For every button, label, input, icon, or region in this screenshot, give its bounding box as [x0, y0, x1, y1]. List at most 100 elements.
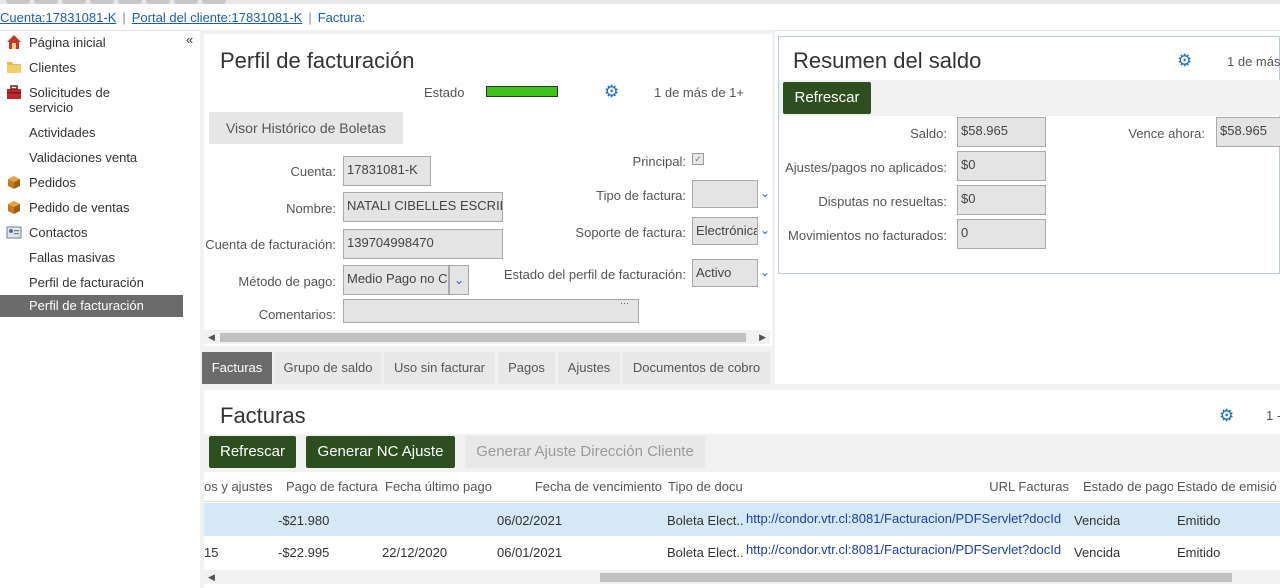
tab-pagos[interactable]: Pagos: [498, 352, 555, 384]
toolbar-button[interactable]: [146, 0, 170, 4]
toolbar-button[interactable]: [202, 0, 226, 4]
sidebar-item-solicitudes[interactable]: Solicitudes de servicio: [0, 82, 183, 116]
sidebar-item-pagina-inicial[interactable]: Página inicial: [0, 32, 183, 54]
top-toolbar: [0, 0, 1280, 4]
sidebar-item-label: Actividades: [29, 125, 96, 140]
order-icon: [8, 201, 20, 214]
page-title: Perfil de facturación: [220, 48, 415, 73]
tipo-factura-select[interactable]: [692, 180, 758, 208]
cell-estado-pago: Vencida: [1074, 513, 1121, 528]
cuenta-field[interactable]: 17831081-K: [343, 156, 431, 186]
sidebar-item-pedidos[interactable]: Pedidos: [0, 172, 183, 194]
gear-icon[interactable]: ⚙: [604, 83, 620, 100]
cuenta-facturacion-field[interactable]: 139704998470: [343, 229, 503, 259]
sidebar-item-label: Validaciones venta: [29, 150, 138, 165]
sidebar-item-clientes[interactable]: Clientes: [0, 57, 183, 79]
sidebar-item-fallas[interactable]: Fallas masivas: [0, 247, 183, 269]
toolbar-button[interactable]: [90, 0, 114, 4]
tab-ajustes[interactable]: Ajustes: [558, 352, 620, 384]
sidebar-item-contactos[interactable]: Contactos: [0, 222, 183, 244]
scrollbar-thumb[interactable]: [600, 573, 1232, 582]
principal-checkbox[interactable]: ✓: [692, 153, 704, 165]
comentarios-textarea[interactable]: [343, 299, 639, 323]
column-header[interactable]: Estado de pago: [1083, 474, 1173, 502]
contact-card-icon: [6, 226, 22, 239]
tab-facturas[interactable]: Facturas: [202, 352, 272, 384]
chevron-down-icon[interactable]: ⌄: [449, 265, 469, 295]
column-header[interactable]: Fecha último pago: [385, 474, 493, 502]
estado-indicator: [486, 86, 558, 97]
sidebar-item-perfil-facturacion[interactable]: Perfil de facturación: [0, 272, 183, 294]
scrollbar-thumb[interactable]: [220, 333, 746, 342]
invoices-refresh-button[interactable]: Refrescar: [209, 436, 296, 468]
soporte-factura-select[interactable]: Electrónica: [692, 217, 758, 245]
generate-nc-button[interactable]: Generar NC Ajuste: [306, 436, 455, 468]
estado-perfil-select[interactable]: Activo: [692, 259, 758, 287]
toolbar-button[interactable]: [62, 0, 86, 4]
invoice-url-link[interactable]: http://condor.vtr.cl:8081/Facturacion/PD…: [746, 511, 1072, 527]
estado-perfil-label: Estado del perfil de facturación:: [503, 267, 686, 282]
column-header[interactable]: Fecha de vencimiento: [498, 474, 662, 502]
home-icon: [7, 35, 21, 49]
toolbar-button[interactable]: [34, 0, 58, 4]
invoice-url-link[interactable]: http://condor.vtr.cl:8081/Facturacion/PD…: [746, 542, 1072, 558]
metodo-pago-select[interactable]: Medio Pago no C: [343, 265, 449, 295]
cell-tipo: Boleta Elect...: [667, 545, 743, 560]
breadcrumb-account-link[interactable]: Cuenta:17831081-K: [0, 10, 116, 25]
vence-field[interactable]: $58.965: [1216, 117, 1280, 147]
scroll-right-icon[interactable]: ▶: [759, 330, 766, 344]
cell-vencimiento: 06/02/2021: [497, 513, 563, 528]
movimientos-label: Movimientos no facturados:: [788, 228, 947, 243]
ajustes-label: Ajustes/pagos no aplicados:: [785, 160, 947, 175]
gear-icon[interactable]: ⚙: [1177, 52, 1193, 69]
sidebar-item-actividades[interactable]: Actividades: [0, 122, 183, 144]
breadcrumb-portal-link[interactable]: Portal del cliente:17831081-K: [132, 10, 303, 25]
sidebar-item-validaciones[interactable]: Validaciones venta: [0, 147, 183, 169]
expand-icon[interactable]: ⋯: [620, 298, 629, 309]
saldo-field[interactable]: $58.965: [957, 117, 1046, 147]
chevron-down-icon[interactable]: ⌄: [760, 186, 770, 200]
breadcrumb-separator: |: [308, 10, 312, 25]
movimientos-field[interactable]: 0: [957, 219, 1046, 249]
column-header[interactable]: Pago de factura: [286, 474, 378, 502]
comentarios-label: Comentarios:: [258, 307, 336, 322]
breadcrumb-separator: |: [122, 10, 126, 25]
scroll-left-icon[interactable]: ◀: [208, 570, 215, 584]
horizontal-scrollbar[interactable]: ◀ ▶: [204, 330, 770, 344]
toolbar-button[interactable]: [6, 0, 30, 4]
sidebar-item-label: Perfil de facturación: [29, 298, 144, 313]
column-header[interactable]: os y ajustes: [204, 474, 272, 502]
balance-title: Resumen del saldo: [793, 48, 982, 73]
estado-indicator-fill: [487, 87, 557, 96]
breadcrumb: Cuenta:17831081-K | Portal del cliente:178…: [0, 10, 365, 26]
ajustes-field[interactable]: $0: [957, 151, 1046, 181]
column-header[interactable]: Estado de emisió: [1177, 474, 1280, 502]
tab-documentos-cobro[interactable]: Documentos de cobro: [623, 352, 770, 384]
column-header[interactable]: Tipo de docu: [668, 474, 742, 502]
vence-label: Vence ahora:: [1128, 126, 1205, 141]
tipo-factura-label: Tipo de factura:: [596, 188, 686, 203]
history-viewer-button[interactable]: Visor Histórico de Boletas: [209, 112, 403, 144]
nombre-field[interactable]: NATALI CIBELLES ESCRIBA: [343, 192, 503, 222]
cell-pago: -$22.995: [278, 545, 330, 560]
chevron-down-icon[interactable]: ⌄: [760, 223, 770, 237]
sidebar-item-perfil-facturacion-active[interactable]: Perfil de facturación: [0, 295, 183, 317]
scroll-left-icon[interactable]: ◀: [208, 330, 215, 344]
chevron-down-icon[interactable]: ⌄: [760, 265, 770, 279]
sidebar-item-label: Perfil de facturación: [29, 275, 144, 290]
sidebar-item-label: Fallas masivas: [29, 250, 115, 265]
gear-icon[interactable]: ⚙: [1219, 407, 1235, 424]
toolbar-button[interactable]: [174, 0, 198, 4]
sidebar-item-label: Contactos: [29, 225, 88, 240]
sidebar-item-label: Solicitudes de servicio: [29, 85, 110, 115]
sidebar-item-pedido-ventas[interactable]: Pedido de ventas: [0, 197, 183, 219]
tab-uso-sin-facturar[interactable]: Uso sin facturar: [384, 352, 495, 384]
invoices-title: Facturas: [220, 403, 306, 428]
tab-grupo-saldo[interactable]: Grupo de saldo: [275, 352, 381, 384]
toolbar-button[interactable]: [118, 0, 142, 4]
column-header[interactable]: URL Facturas: [748, 474, 1069, 502]
collapse-sidebar-button[interactable]: «: [186, 32, 193, 47]
balance-refresh-button[interactable]: Refrescar: [783, 82, 871, 114]
disputas-field[interactable]: $0: [957, 185, 1046, 215]
horizontal-scrollbar[interactable]: ◀: [204, 570, 1280, 584]
